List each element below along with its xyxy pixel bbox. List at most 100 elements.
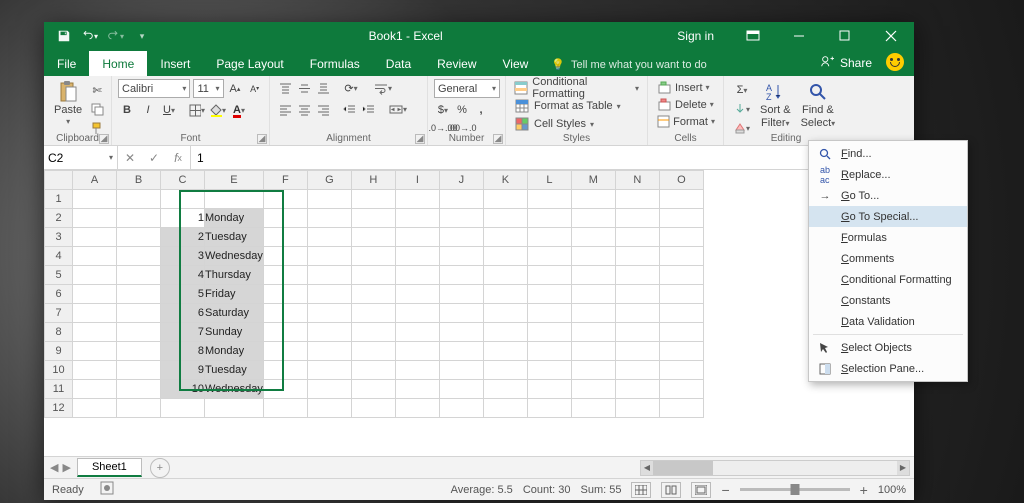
cell[interactable] bbox=[615, 285, 659, 304]
cell[interactable] bbox=[117, 266, 161, 285]
cell[interactable] bbox=[527, 304, 571, 323]
column-header[interactable]: A bbox=[73, 171, 117, 190]
cell[interactable]: 8 bbox=[161, 342, 205, 361]
row-header[interactable]: 2 bbox=[45, 209, 73, 228]
cell[interactable] bbox=[659, 228, 703, 247]
cell[interactable] bbox=[117, 342, 161, 361]
column-header[interactable]: O bbox=[659, 171, 703, 190]
percent-format-icon[interactable]: % bbox=[453, 101, 471, 119]
cell[interactable] bbox=[117, 323, 161, 342]
merge-center-icon[interactable]: ▾ bbox=[385, 100, 411, 118]
sheet-nav-prev-icon[interactable]: ◀ bbox=[50, 461, 58, 474]
cell[interactable]: 7 bbox=[161, 323, 205, 342]
menu-item[interactable]: Select Objects bbox=[809, 337, 967, 358]
cell[interactable] bbox=[395, 228, 439, 247]
fill-icon[interactable]: ▾ bbox=[730, 100, 754, 118]
cell[interactable] bbox=[263, 304, 307, 323]
cell[interactable] bbox=[307, 361, 351, 380]
cell[interactable] bbox=[263, 209, 307, 228]
cell[interactable] bbox=[161, 399, 205, 418]
cell[interactable] bbox=[659, 380, 703, 399]
accounting-format-icon[interactable]: $▾ bbox=[434, 101, 452, 119]
cell[interactable] bbox=[439, 247, 483, 266]
cell[interactable] bbox=[571, 190, 615, 209]
cell[interactable] bbox=[615, 323, 659, 342]
cell[interactable]: 5 bbox=[161, 285, 205, 304]
zoom-slider[interactable] bbox=[740, 488, 850, 491]
cell[interactable] bbox=[307, 247, 351, 266]
font-name-dropdown[interactable]: Calibri▾ bbox=[118, 79, 190, 98]
page-layout-view-icon[interactable] bbox=[661, 482, 681, 498]
cell[interactable] bbox=[351, 190, 395, 209]
cell[interactable] bbox=[615, 399, 659, 418]
cell[interactable] bbox=[351, 361, 395, 380]
menu-item[interactable]: Data Validation bbox=[809, 311, 967, 332]
comma-format-icon[interactable]: , bbox=[472, 101, 490, 119]
tell-me[interactable]: 💡Tell me what you want to do bbox=[541, 58, 716, 76]
cell[interactable] bbox=[483, 399, 527, 418]
cell[interactable] bbox=[307, 209, 351, 228]
menu-item[interactable]: →Go To... bbox=[809, 185, 967, 206]
row-header[interactable]: 7 bbox=[45, 304, 73, 323]
cell[interactable] bbox=[351, 247, 395, 266]
cell[interactable]: 4 bbox=[161, 266, 205, 285]
cell[interactable] bbox=[483, 228, 527, 247]
tab-formulas[interactable]: Formulas bbox=[297, 51, 373, 76]
sort-filter-button[interactable]: AZ Sort & Filter▾ bbox=[756, 79, 795, 137]
cell[interactable] bbox=[73, 190, 117, 209]
cell[interactable] bbox=[351, 399, 395, 418]
italic-button[interactable]: I bbox=[139, 101, 157, 119]
cell[interactable] bbox=[659, 190, 703, 209]
cell[interactable] bbox=[659, 323, 703, 342]
cell[interactable] bbox=[395, 399, 439, 418]
menu-item[interactable]: Go To Special... bbox=[809, 206, 967, 227]
cell[interactable] bbox=[439, 323, 483, 342]
cell[interactable] bbox=[117, 228, 161, 247]
cell[interactable] bbox=[571, 209, 615, 228]
cell[interactable] bbox=[527, 285, 571, 304]
cell[interactable] bbox=[307, 266, 351, 285]
cell[interactable] bbox=[615, 380, 659, 399]
cell[interactable] bbox=[615, 266, 659, 285]
cell[interactable] bbox=[73, 228, 117, 247]
new-sheet-button[interactable]: + bbox=[150, 458, 170, 478]
cell[interactable] bbox=[73, 342, 117, 361]
cell[interactable]: Tuesday bbox=[205, 228, 264, 247]
cut-icon[interactable]: ✄ bbox=[88, 81, 106, 99]
cell[interactable] bbox=[73, 209, 117, 228]
cell[interactable] bbox=[483, 247, 527, 266]
cell[interactable] bbox=[439, 399, 483, 418]
cell[interactable] bbox=[73, 323, 117, 342]
cell[interactable] bbox=[527, 247, 571, 266]
cell[interactable] bbox=[571, 342, 615, 361]
find-select-button[interactable]: Find & Select▾ bbox=[797, 79, 840, 137]
cell[interactable] bbox=[395, 247, 439, 266]
increase-indent-icon[interactable] bbox=[359, 100, 377, 118]
cell[interactable] bbox=[439, 190, 483, 209]
cell[interactable] bbox=[117, 304, 161, 323]
cell[interactable] bbox=[483, 209, 527, 228]
cell[interactable] bbox=[527, 399, 571, 418]
cell[interactable] bbox=[263, 190, 307, 209]
cell[interactable] bbox=[571, 380, 615, 399]
cell[interactable] bbox=[263, 399, 307, 418]
macro-record-icon[interactable] bbox=[100, 481, 114, 498]
tab-data[interactable]: Data bbox=[373, 51, 424, 76]
cell[interactable]: 1 bbox=[161, 209, 205, 228]
borders-icon[interactable]: ▾ bbox=[188, 101, 206, 119]
cell[interactable] bbox=[263, 285, 307, 304]
tab-view[interactable]: View bbox=[490, 51, 542, 76]
menu-item[interactable]: abacReplace... bbox=[809, 164, 967, 185]
redo-icon[interactable]: ▾ bbox=[108, 28, 124, 44]
cell[interactable] bbox=[205, 399, 264, 418]
cell[interactable] bbox=[527, 323, 571, 342]
cell[interactable]: Wednesday bbox=[205, 380, 264, 399]
cell[interactable] bbox=[117, 190, 161, 209]
menu-item[interactable]: Selection Pane... bbox=[809, 358, 967, 379]
enter-edit-icon[interactable]: ✓ bbox=[142, 151, 166, 165]
cell[interactable] bbox=[117, 399, 161, 418]
cell[interactable] bbox=[351, 304, 395, 323]
increase-font-icon[interactable]: A▴ bbox=[227, 80, 244, 98]
menu-item[interactable]: Conditional Formatting bbox=[809, 269, 967, 290]
qat-customize-icon[interactable]: ▾ bbox=[134, 28, 150, 44]
